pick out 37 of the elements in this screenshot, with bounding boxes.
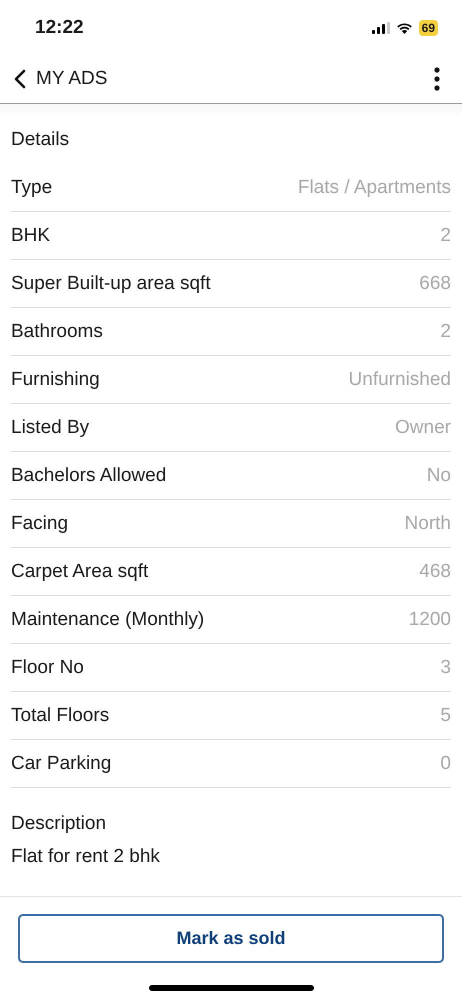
section-heading: Description	[11, 812, 108, 836]
detail-value: 2	[440, 320, 451, 342]
detail-label: Facing	[11, 512, 68, 534]
back-icon	[14, 69, 26, 89]
battery-indicator: 69	[418, 20, 438, 36]
description-text: Flat for rent 2 bhk	[11, 846, 161, 868]
back-button[interactable]: MY ADS	[14, 68, 108, 90]
detail-value: 668	[419, 272, 451, 294]
detail-value: 468	[419, 560, 451, 582]
detail-value: Owner	[395, 416, 451, 438]
detail-value: 1200	[408, 608, 451, 630]
more-icon[interactable]	[434, 67, 440, 91]
section-heading: Details	[11, 128, 70, 152]
detail-label: Floor No	[11, 656, 84, 678]
detail-label: Carpet Area sqft	[11, 560, 148, 582]
detail-value: No	[426, 464, 451, 486]
mark-as-sold-button[interactable]: Mark as sold	[18, 914, 444, 963]
detail-value: 2	[440, 224, 451, 246]
detail-value: Unfurnished	[348, 368, 451, 390]
status-time: 12:22	[35, 16, 84, 38]
detail-value: 0	[440, 752, 451, 774]
detail-label: Maintenance (Monthly)	[11, 608, 204, 630]
detail-value: 5	[440, 704, 451, 726]
detail-label: Listed By	[11, 416, 90, 438]
detail-label: Type	[11, 176, 52, 198]
detail-value: North	[404, 512, 451, 534]
detail-label: Bathrooms	[11, 320, 103, 342]
detail-label: BHK	[11, 224, 50, 246]
signal-icon	[372, 22, 390, 34]
detail-label: Furnishing	[11, 368, 100, 390]
detail-label: Bachelors Allowed	[11, 464, 166, 486]
detail-value: Flats / Apartments	[298, 176, 451, 198]
detail-value: 3	[440, 656, 451, 678]
wifi-icon	[396, 22, 413, 34]
detail-label: Super Built-up area sqft	[11, 272, 211, 294]
detail-label: Car Parking	[11, 752, 112, 774]
detail-label: Total Floors	[11, 704, 110, 726]
